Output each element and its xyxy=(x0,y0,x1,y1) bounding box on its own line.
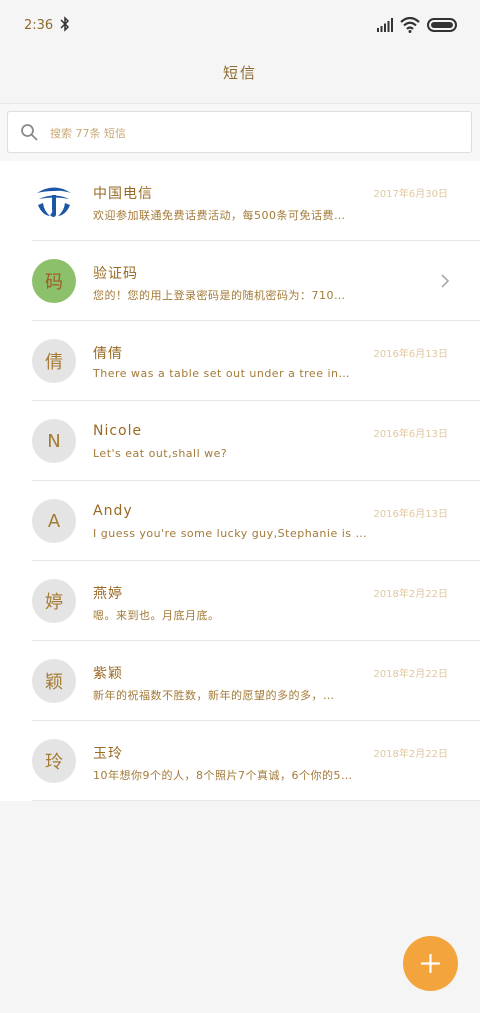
status-bar: 2:36 xyxy=(0,0,480,52)
conversation-item[interactable]: N Nicole 2016年6月13日 Let's eat out,shall … xyxy=(0,401,480,481)
avatar xyxy=(32,179,76,223)
message-preview: Let's eat out,shall we? xyxy=(93,447,228,460)
conversation-item[interactable]: 玲 玉玲 2018年2月22日 10年想你9个的人，8个照片7个真诚，6个你的5… xyxy=(0,721,480,801)
new-message-button[interactable] xyxy=(403,936,458,991)
search-icon xyxy=(21,124,38,141)
conversation-list: 中国电信 2017年6月30日 欢迎参加联通免费话费活动，每500条可免话费… … xyxy=(0,161,480,801)
divider xyxy=(32,800,480,801)
battery-icon xyxy=(427,18,457,32)
message-preview: I guess you're some lucky guy,Stephanie … xyxy=(93,527,367,540)
message-date: 2016年6月13日 xyxy=(373,429,448,440)
wifi-icon xyxy=(400,17,420,33)
message-preview: 您的！您的用上登录密码是的随机密码为：710… xyxy=(93,289,346,302)
message-preview: 嗯。来到也。月底月底。 xyxy=(93,609,220,622)
conversation-item[interactable]: 码 验证码 您的！您的用上登录密码是的随机密码为：710… xyxy=(0,241,480,321)
contact-name: 中国电信 xyxy=(93,186,153,202)
contact-name: 紫颖 xyxy=(93,666,123,682)
search-input[interactable] xyxy=(48,120,452,146)
chevron-right-icon[interactable] xyxy=(440,273,450,289)
signal-icon xyxy=(377,18,393,32)
avatar: 颖 xyxy=(32,659,76,703)
message-date: 2017年6月30日 xyxy=(373,189,448,200)
message-date: 2016年6月13日 xyxy=(373,509,448,520)
contact-name: 玉玲 xyxy=(93,746,123,762)
search-box[interactable] xyxy=(7,111,472,153)
conversation-item[interactable]: 颖 紫颖 2018年2月22日 新年的祝福数不胜数，新年的愿望的多的多，… xyxy=(0,641,480,721)
contact-name: Andy xyxy=(93,503,133,519)
message-date: 2018年2月22日 xyxy=(373,669,448,680)
contact-name: 倩倩 xyxy=(93,346,123,362)
avatar: 玲 xyxy=(32,739,76,783)
plus-icon xyxy=(421,954,440,973)
conversation-item[interactable]: 婷 燕婷 2018年2月22日 嗯。来到也。月底月底。 xyxy=(0,561,480,641)
message-date: 2018年2月22日 xyxy=(373,589,448,600)
message-preview: 10年想你9个的人，8个照片7个真诚，6个你的5… xyxy=(93,769,353,782)
bluetooth-icon xyxy=(60,16,70,32)
avatar: 码 xyxy=(32,259,76,303)
conversation-item[interactable]: 倩 倩倩 2016年6月13日 There was a table set ou… xyxy=(0,321,480,401)
message-preview: There was a table set out under a tree i… xyxy=(93,367,350,380)
message-preview: 新年的祝福数不胜数，新年的愿望的多的多，… xyxy=(93,689,335,702)
search-bar xyxy=(0,103,480,163)
avatar: 倩 xyxy=(32,339,76,383)
avatar: N xyxy=(32,419,76,463)
conversation-item[interactable]: A Andy 2016年6月13日 I guess you're some lu… xyxy=(0,481,480,561)
status-time: 2:36 xyxy=(24,18,54,33)
message-preview: 欢迎参加联通免费话费活动，每500条可免话费… xyxy=(93,209,346,222)
contact-name: Nicole xyxy=(93,423,143,439)
message-date: 2018年2月22日 xyxy=(373,749,448,760)
page-title: 短信 xyxy=(222,64,257,82)
avatar: A xyxy=(32,499,76,543)
contact-name: 验证码 xyxy=(93,266,138,282)
contact-name: 燕婷 xyxy=(93,586,123,602)
avatar: 婷 xyxy=(32,579,76,623)
china-telecom-logo-icon xyxy=(34,181,74,221)
message-date: 2016年6月13日 xyxy=(373,349,448,360)
conversation-item[interactable]: 中国电信 2017年6月30日 欢迎参加联通免费话费活动，每500条可免话费… xyxy=(0,161,480,241)
